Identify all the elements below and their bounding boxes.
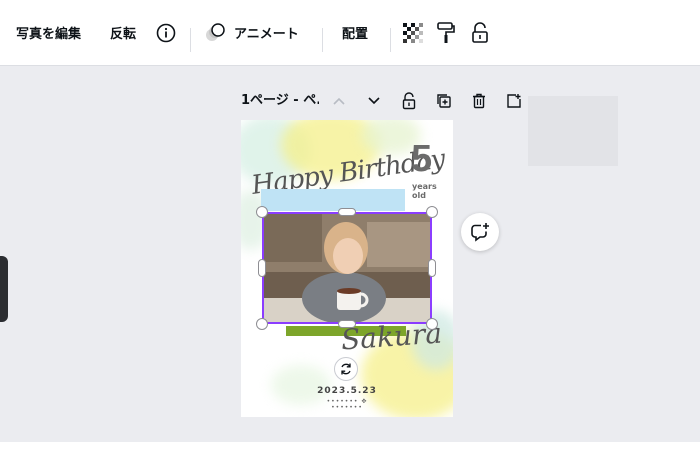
resize-handle-bottom-right[interactable] — [426, 318, 438, 330]
position-button[interactable]: 配置 — [342, 0, 368, 65]
age-unit[interactable]: years old — [412, 182, 437, 200]
info-icon[interactable] — [156, 0, 176, 65]
trash-icon[interactable] — [469, 91, 489, 111]
ornament-divider: ••••••• ✥ ••••••• — [326, 398, 368, 411]
transparency-icon[interactable] — [403, 0, 423, 65]
edit-photo-label: 写真を編集 — [16, 27, 82, 42]
bottom-bar — [0, 442, 700, 467]
blue-band[interactable] — [261, 189, 405, 211]
toolbar-divider — [190, 28, 191, 52]
resize-handle-top-right[interactable] — [426, 206, 438, 218]
resize-handle-top-left[interactable] — [256, 206, 268, 218]
age-unit-years: years — [412, 182, 437, 191]
resize-handle-bottom[interactable] — [338, 320, 356, 328]
resize-handle-top[interactable] — [338, 208, 356, 216]
age-number[interactable]: 5 — [411, 138, 432, 181]
edit-photo-button[interactable]: 写真を編集 — [16, 0, 81, 65]
flip-button[interactable]: 反転 — [110, 0, 136, 65]
animate-icon — [204, 22, 226, 43]
top-toolbar: 写真を編集 反転 アニメート 配置 — [0, 0, 700, 66]
page-title[interactable]: 1ページ - ペ. — [241, 92, 319, 110]
animate-label: アニメート — [234, 27, 299, 42]
rotate-icon[interactable] — [334, 357, 358, 381]
age-unit-old: old — [412, 191, 426, 200]
animate-button[interactable]: アニメート — [204, 0, 299, 65]
resize-handle-bottom-left[interactable] — [256, 318, 268, 330]
toolbar-divider — [322, 28, 323, 52]
side-panel-toggle[interactable] — [0, 256, 8, 322]
chevron-up-icon[interactable] — [329, 91, 349, 111]
add-comment-button[interactable] — [461, 213, 499, 251]
flip-label: 反転 — [110, 27, 137, 42]
chevron-down-icon[interactable] — [364, 91, 384, 111]
add-page-icon[interactable] — [504, 91, 524, 111]
placeholder-panel — [528, 96, 618, 166]
duplicate-page-icon[interactable] — [434, 91, 454, 111]
paint-roller-icon[interactable] — [437, 0, 455, 65]
selection-frame — [262, 212, 432, 324]
position-label: 配置 — [342, 27, 369, 42]
resize-handle-left[interactable] — [258, 259, 266, 277]
comment-plus-icon — [470, 222, 490, 242]
resize-handle-right[interactable] — [428, 259, 436, 277]
date-text[interactable]: 2023.5.23 — [241, 386, 453, 396]
toolbar-divider — [390, 28, 391, 52]
lock-icon[interactable] — [471, 0, 489, 65]
lock-page-icon[interactable] — [399, 91, 419, 111]
